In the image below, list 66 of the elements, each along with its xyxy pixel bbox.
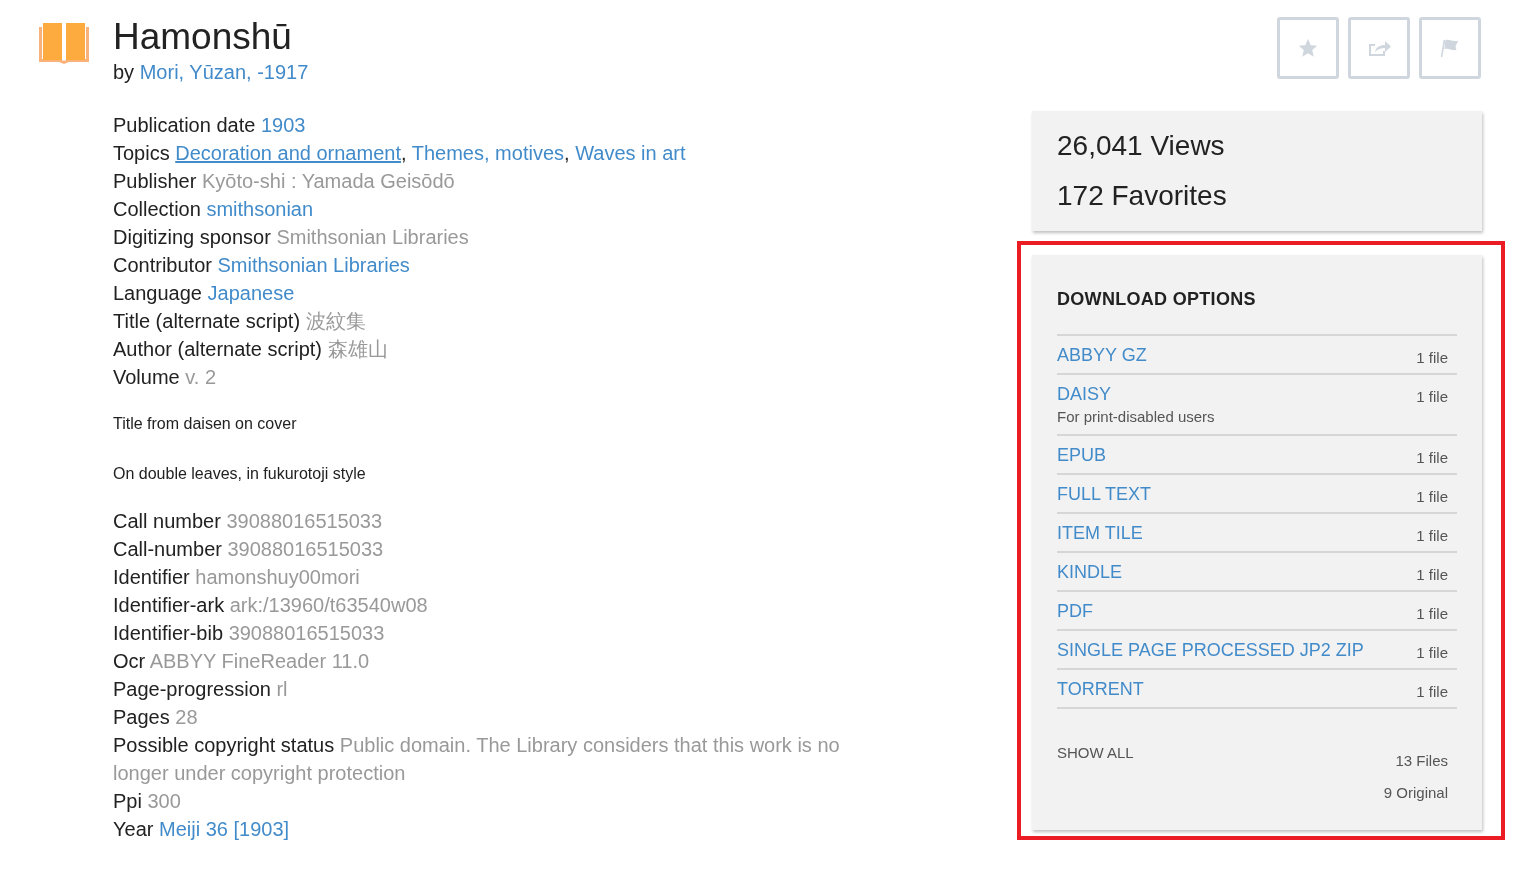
metadata-line: Contributor Smithsonian Libraries [113, 253, 411, 278]
metadata-line: Ocr ABBYY FineReader 11.0 [113, 649, 371, 674]
metadata-line: Topics Decoration and ornament, Themes, motives, Waves in art [113, 141, 687, 166]
field-link[interactable]: Themes, motives [411, 142, 564, 164]
share-button[interactable] [1348, 17, 1410, 79]
download-heading: DOWNLOAD OPTIONS [1057, 288, 1257, 311]
metadata-line: Digitizing sponsor Smithsonian Libraries [113, 225, 470, 250]
stat-text: 26,041 Views [1057, 131, 1226, 161]
file-count: 1 file [1416, 449, 1448, 467]
format-link[interactable]: EPUB [1057, 443, 1107, 467]
field-link[interactable]: Japanese [207, 282, 295, 304]
metadata-line: Year Meiji 36 [1903] [113, 817, 291, 842]
file-count: 1 file [1416, 388, 1448, 407]
description-text: Title from daisen on cover [113, 414, 298, 434]
format-link[interactable]: SINGLE PAGE PROCESSED JP2 ZIP [1057, 638, 1364, 662]
metadata-line: Language Japanese [113, 281, 296, 306]
flag-icon [1439, 37, 1461, 59]
metadata-line: Volume v. 2 [113, 365, 218, 390]
book-icon [38, 21, 90, 65]
field-link[interactable]: smithsonian [206, 198, 314, 220]
metadata-line: Ppi 300 [113, 789, 182, 814]
format-note: For print-disabled users [1057, 407, 1215, 427]
format-link[interactable]: KINDLE [1057, 560, 1123, 584]
flag-button[interactable] [1419, 17, 1481, 79]
file-count: 1 file [1416, 566, 1448, 584]
file-count: 1 file [1416, 683, 1448, 701]
field-link[interactable]: Decoration and ornament [175, 142, 401, 164]
field-link[interactable]: Waves in art [575, 142, 686, 164]
file-count: 1 file [1416, 527, 1448, 545]
file-count: 1 file [1416, 488, 1448, 506]
metadata-line: Title (alternate script) 波紋集 [113, 309, 367, 334]
byline-text: by [113, 61, 135, 83]
metadata-line: Identifier-ark ark:/13960/t63540w08 [113, 593, 429, 618]
metadata-line: Pages 28 [113, 705, 199, 730]
star-icon [1297, 37, 1319, 59]
metadata-line: Identifier hamonshuy00mori [113, 565, 361, 590]
star-button[interactable] [1277, 17, 1339, 79]
share-icon [1367, 38, 1391, 58]
show-all-link[interactable]: SHOW ALL [1057, 744, 1134, 802]
field-link[interactable]: Smithsonian Libraries [217, 254, 410, 276]
file-count: 1 file [1416, 605, 1448, 623]
format-link[interactable]: ABBYY GZ [1057, 343, 1147, 367]
metadata-line: Page-progression rl [113, 677, 289, 702]
metadata-line: Possible copyright status Public domain. The Library considers that this work is no longer under copyright protection [113, 733, 841, 786]
author-link[interactable]: Mori, Yūzan, -1917 [139, 61, 309, 83]
description-text: On double leaves, in fukurotoji style [113, 464, 367, 484]
metadata-line: Collection smithsonian [113, 197, 315, 222]
stat-text: 172 Favorites [1057, 181, 1228, 211]
original-count: 9 Original [1383, 784, 1448, 802]
field-link[interactable]: Meiji 36 [1903] [159, 818, 290, 840]
metadata-line: Publication date 1903 [113, 113, 307, 138]
format-link[interactable]: FULL TEXT [1057, 482, 1152, 506]
metadata-line: Call-number 39088016515033 [113, 537, 385, 562]
format-link[interactable]: DAISY [1057, 382, 1215, 406]
file-count: 1 file [1416, 349, 1448, 367]
metadata-line: Call number 39088016515033 [113, 509, 384, 534]
metadata-line: Publisher Kyōto-shi : Yamada Geisōdō [113, 169, 456, 194]
file-count: 1 file [1416, 644, 1448, 662]
metadata-line: Author (alternate script) 森雄山 [113, 337, 389, 362]
files-total: 13 Files [1395, 752, 1448, 770]
format-link[interactable]: TORRENT [1057, 677, 1144, 701]
format-link[interactable]: ITEM TILE [1057, 521, 1143, 545]
metadata-line: Identifier-bib 39088016515033 [113, 621, 386, 646]
field-link[interactable]: 1903 [260, 114, 306, 136]
format-link[interactable]: PDF [1057, 599, 1093, 623]
item-title: Hamonshū [113, 17, 293, 57]
